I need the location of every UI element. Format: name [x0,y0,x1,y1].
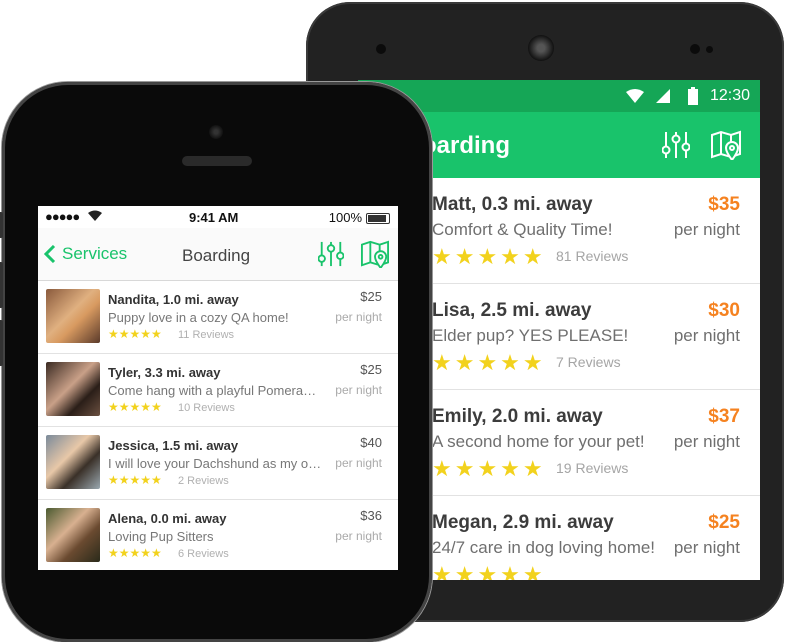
sitter-tagline: Comfort & Quality Time! [432,220,613,239]
sitter-tagline: 24/7 care in dog loving home! [432,538,656,557]
price-unit: per night [335,310,382,324]
price: $35 [708,194,740,215]
star-rating: ★★★★★ [108,546,162,560]
back-button-label: Services [62,244,128,263]
price-unit: per night [673,220,740,239]
avatar [46,435,100,489]
price: $25 [360,289,382,304]
avatar [46,362,100,416]
sitter-name: Jessica, 1.5 mi. away [108,438,239,453]
wifi-icon [88,210,102,221]
sitter-tagline: Loving Pup Sitters [108,529,214,544]
speaker-grille-icon [528,35,554,61]
price-unit: per night [673,432,740,451]
star-rating: ★★★★★ [432,350,546,375]
star-rating: ★★★★★ [108,327,162,341]
price-unit: per night [335,383,382,397]
ios-listing-list: Nandita, 1.0 mi. away Puppy love in a co… [38,281,398,570]
sitter-tagline: Come hang with a playful Pomeranian! [108,383,322,398]
sitter-name: Alena, 0.0 mi. away [108,511,227,526]
status-time: 12:30 [709,87,750,104]
front-camera-icon [376,44,386,54]
star-rating: ★★★★★ [432,562,546,580]
signal-icon [656,89,670,103]
star-rating: ★★★★★ [432,456,546,481]
review-count: 6 Reviews [178,548,229,560]
price: $37 [708,406,740,427]
sitter-tagline: Elder pup? YES PLEASE! [432,326,629,345]
page-title: Boarding [182,246,251,265]
sitter-name: Tyler, 3.3 mi. away [108,365,221,380]
review-count: 19 Reviews [556,460,629,476]
iphone-screen: ●●●●● 9:41 AM 100% Services Boarding Nan… [38,206,398,570]
review-count: 2 Reviews [178,475,229,487]
page-title: oarding [422,132,510,159]
ios-status-bar: ●●●●● 9:41 AM 100% [38,206,398,228]
price: $25 [708,512,740,533]
sitter-tagline: Puppy love in a cozy QA home! [108,310,289,325]
star-rating: ★★★★★ [108,400,162,414]
map-pin-icon[interactable] [710,130,742,160]
sitter-name: Megan, 2.9 mi. away [432,512,614,533]
price-unit: per night [335,456,382,470]
earpiece-speaker-icon [182,156,252,166]
back-chevron-icon [44,245,56,263]
price-unit: per night [335,529,382,543]
review-count: 10 Reviews [178,402,235,414]
price-unit: per night [673,538,740,557]
list-item[interactable]: Jessica, 1.5 mi. away I will love your D… [38,427,398,500]
avatar [46,289,100,343]
battery-icon [366,213,390,224]
status-time: 9:41 AM [189,210,239,225]
review-count: 7 Reviews [556,354,621,370]
volume-up-button [0,262,3,308]
list-item[interactable]: Nandita, 1.0 mi. away Puppy love in a co… [38,281,398,354]
battery-percent: 100% [328,210,362,225]
list-item[interactable]: Alena, 0.0 mi. away Loving Pup Sitters ★… [38,500,398,570]
mute-switch [0,212,3,238]
review-count: 81 Reviews [556,248,629,264]
star-rating: ★★★★★ [108,473,162,487]
map-pin-icon[interactable] [360,240,390,268]
volume-down-button [0,320,3,366]
sitter-name: Matt, 0.3 mi. away [432,194,593,215]
review-count: 11 Reviews [178,329,235,341]
signal-icon: ●●●●● [45,209,80,224]
list-item[interactable]: Tyler, 3.3 mi. away Come hang with a pla… [38,354,398,427]
front-camera-icon [209,125,223,139]
price: $25 [360,362,382,377]
price: $36 [360,508,382,523]
wifi-icon [626,89,644,103]
star-rating: ★★★★★ [432,244,546,269]
ios-nav-bar: Services Boarding [38,228,398,281]
price: $30 [708,300,740,321]
sitter-name: Lisa, 2.5 mi. away [432,300,592,321]
sitter-name: Emily, 2.0 mi. away [432,406,603,427]
filter-sliders-icon[interactable] [318,240,344,268]
sitter-name: Nandita, 1.0 mi. away [108,292,239,307]
sitter-tagline: A second home for your pet! [432,432,645,451]
battery-icon [688,87,698,105]
price: $40 [360,435,382,450]
avatar [46,508,100,562]
filter-sliders-icon[interactable] [662,130,690,160]
sensor-dot-icon [706,46,713,53]
price-unit: per night [673,326,740,345]
sitter-tagline: I will love your Dachshund as my own! [108,456,322,471]
sensor-icon [690,44,700,54]
